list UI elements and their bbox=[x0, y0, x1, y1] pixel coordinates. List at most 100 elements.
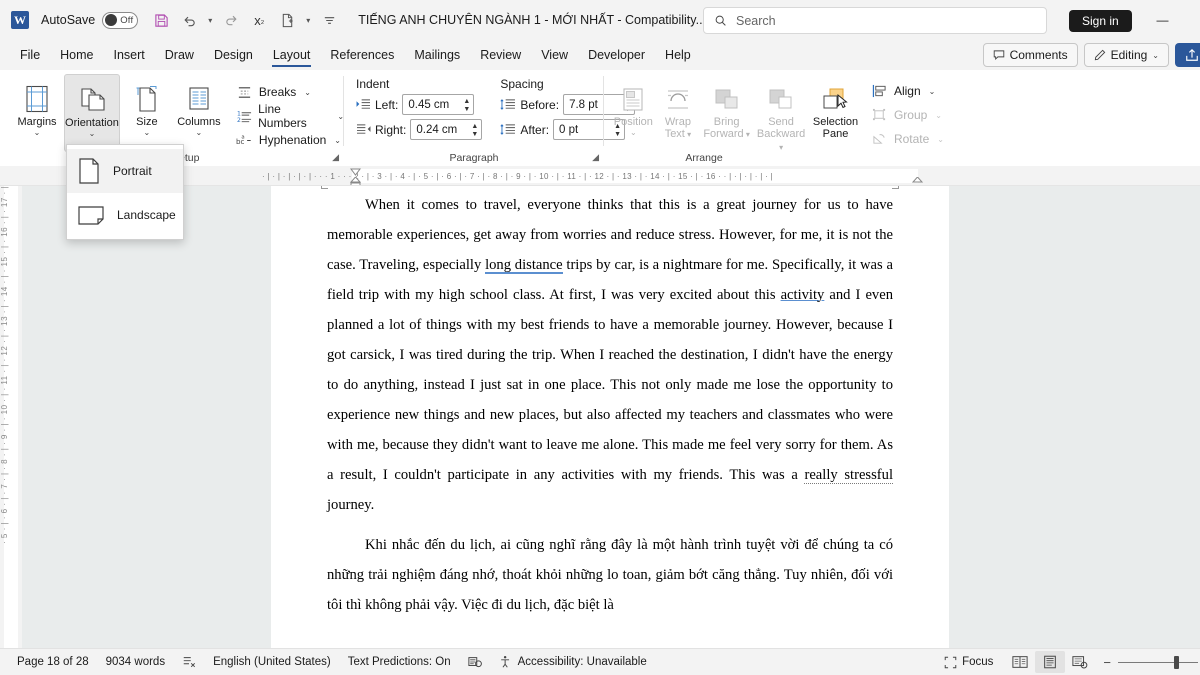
undo-icon[interactable] bbox=[176, 7, 202, 33]
sign-in-button[interactable]: Sign in bbox=[1069, 10, 1132, 32]
accessibility-status[interactable]: Accessibility: Unavailable bbox=[499, 655, 647, 669]
left-indent-marker-icon[interactable] bbox=[350, 177, 361, 186]
position-label: Position bbox=[614, 116, 653, 128]
size-button[interactable]: Size ⌄ bbox=[122, 74, 172, 152]
group-caret-icon: ⌄ bbox=[935, 111, 942, 120]
comments-button[interactable]: Comments bbox=[983, 43, 1078, 67]
document-page[interactable]: When it comes to travel, everyone thinks… bbox=[271, 186, 949, 648]
position-button[interactable]: Position ⌄ bbox=[612, 74, 655, 138]
orientation-menu-item-portrait[interactable]: Portrait bbox=[67, 149, 183, 193]
autosave-state-label: Off bbox=[120, 15, 133, 26]
tab-mailings[interactable]: Mailings bbox=[404, 42, 470, 68]
indent-left-label: Left: bbox=[375, 98, 398, 112]
selection-pane-button[interactable]: Selection Pane bbox=[810, 74, 861, 140]
restore-button[interactable]: ❐ bbox=[1185, 0, 1200, 40]
line-numbers-button[interactable]: 12 Line Numbers ⌄ bbox=[236, 104, 344, 128]
language-indicator[interactable]: English (United States) bbox=[213, 656, 331, 668]
margin-corner-left-icon bbox=[321, 186, 328, 189]
tab-view[interactable]: View bbox=[531, 42, 578, 68]
bring-forward-button[interactable]: Bring Forward ▾ bbox=[701, 74, 752, 141]
tab-home[interactable]: Home bbox=[50, 42, 103, 68]
web-layout-button[interactable] bbox=[1065, 651, 1095, 673]
right-indent-marker-icon[interactable] bbox=[912, 177, 923, 186]
orientation-button[interactable]: Orientation ⌄ bbox=[64, 74, 120, 152]
page-indicator[interactable]: Page 18 of 28 bbox=[17, 656, 89, 668]
tab-design[interactable]: Design bbox=[204, 42, 263, 68]
text-predictions-indicator[interactable]: Text Predictions: On bbox=[348, 656, 451, 668]
minimize-button[interactable]: — bbox=[1140, 0, 1185, 40]
customize-qat-icon[interactable] bbox=[316, 7, 342, 33]
indent-right-stepper[interactable]: ▲▼ bbox=[471, 120, 478, 141]
indent-right-input[interactable]: 0.24 cm ▲▼ bbox=[410, 119, 482, 140]
tab-review[interactable]: Review bbox=[470, 42, 531, 68]
document-canvas[interactable]: When it comes to travel, everyone thinks… bbox=[22, 186, 1200, 648]
rotate-button[interactable]: Rotate ⌄ bbox=[871, 127, 944, 151]
indent-left-input[interactable]: 0.45 cm ▲▼ bbox=[402, 94, 474, 115]
columns-button[interactable]: Columns ⌄ bbox=[174, 74, 224, 152]
indent-right-icon bbox=[356, 123, 371, 136]
tab-layout[interactable]: Layout bbox=[263, 42, 321, 68]
rotate-caret-icon: ⌄ bbox=[937, 135, 944, 144]
save-icon[interactable] bbox=[148, 7, 174, 33]
position-icon bbox=[621, 79, 645, 113]
page-setup-dialog-launcher-icon[interactable]: ◢ bbox=[332, 152, 339, 163]
status-bar: Page 18 of 28 9034 words English (United… bbox=[0, 648, 1200, 675]
zoom-slider-handle[interactable] bbox=[1174, 656, 1179, 669]
autosave-toggle[interactable]: Off bbox=[102, 12, 138, 29]
display-settings-icon[interactable] bbox=[468, 655, 482, 669]
print-layout-button[interactable] bbox=[1035, 651, 1065, 673]
tab-insert[interactable]: Insert bbox=[104, 42, 155, 68]
read-mode-button[interactable] bbox=[1005, 651, 1035, 673]
focus-mode-button[interactable]: Focus bbox=[944, 656, 993, 669]
zoom-out-button[interactable]: − bbox=[1103, 655, 1111, 670]
paragraph-english: When it comes to travel, everyone thinks… bbox=[327, 190, 893, 520]
document-text[interactable]: When it comes to travel, everyone thinks… bbox=[327, 190, 893, 620]
zoom-control[interactable]: − bbox=[1103, 655, 1198, 670]
ribbon-right-actions: Comments Editing ⌄ bbox=[983, 40, 1200, 70]
proofing-errors-icon[interactable] bbox=[182, 655, 196, 669]
word-count[interactable]: 9034 words bbox=[106, 656, 165, 668]
new-comment-icon[interactable] bbox=[274, 7, 300, 33]
landscape-page-icon bbox=[77, 203, 105, 227]
spacing-before-label: Before: bbox=[520, 98, 559, 112]
arrange-group-label: Arrange bbox=[564, 152, 844, 164]
spacing-before-icon bbox=[500, 98, 516, 111]
tab-file[interactable]: File bbox=[10, 42, 50, 68]
search-box[interactable]: Search bbox=[703, 7, 1047, 34]
breaks-label: Breaks bbox=[259, 85, 296, 99]
tab-draw[interactable]: Draw bbox=[155, 42, 204, 68]
orientation-icon bbox=[78, 80, 106, 114]
word-logo-icon: W bbox=[11, 11, 29, 29]
wrap-text-button[interactable]: Wrap Text ▾ bbox=[657, 74, 700, 141]
editing-mode-button[interactable]: Editing ⌄ bbox=[1084, 43, 1169, 67]
tab-developer[interactable]: Developer bbox=[578, 42, 655, 68]
margins-button[interactable]: Margins ⌄ bbox=[12, 74, 62, 152]
orientation-menu-item-landscape[interactable]: Landscape bbox=[67, 193, 183, 237]
share-button[interactable] bbox=[1175, 43, 1200, 67]
vertical-ruler-ticks: · 5 · | · 6 · | · 7 · | · 8 · | · 9 · | … bbox=[0, 186, 22, 548]
line-numbers-label: Line Numbers bbox=[258, 102, 329, 130]
redo-icon[interactable] bbox=[218, 7, 244, 33]
tab-help[interactable]: Help bbox=[655, 42, 701, 68]
first-line-indent-marker-icon[interactable] bbox=[350, 168, 361, 176]
hyphenation-button[interactable]: bca Hyphenation ⌄ bbox=[236, 128, 344, 152]
comment-bubble-icon bbox=[993, 49, 1005, 61]
indent-left-stepper[interactable]: ▲▼ bbox=[463, 95, 470, 116]
indent-left-value: 0.45 cm bbox=[408, 99, 449, 111]
highlighted-phrase-long-distance: long distance bbox=[485, 257, 563, 274]
align-button[interactable]: Align ⌄ bbox=[871, 79, 944, 103]
quick-access-toolbar: ▾ x₂ ▾ bbox=[148, 7, 342, 33]
ribbon-group-arrange: Position ⌄ Wrap Text ▾ bbox=[604, 70, 944, 166]
size-caret-icon: ⌄ bbox=[144, 128, 151, 138]
comment-dropdown-caret-icon[interactable]: ▾ bbox=[302, 7, 314, 33]
group-button[interactable]: Group ⌄ bbox=[871, 103, 944, 127]
subscript-icon[interactable]: x₂ bbox=[246, 7, 272, 33]
undo-dropdown-caret-icon[interactable]: ▾ bbox=[204, 7, 216, 33]
zoom-slider[interactable] bbox=[1118, 662, 1198, 663]
send-backward-button[interactable]: Send Backward ▾ bbox=[754, 74, 808, 154]
search-icon bbox=[714, 14, 727, 27]
breaks-button[interactable]: Breaks ⌄ bbox=[236, 80, 344, 104]
vertical-ruler[interactable]: · 5 · | · 6 · | · 7 · | · 8 · | · 9 · | … bbox=[0, 186, 22, 648]
tab-references[interactable]: References bbox=[320, 42, 404, 68]
columns-caret-icon: ⌄ bbox=[196, 128, 203, 138]
